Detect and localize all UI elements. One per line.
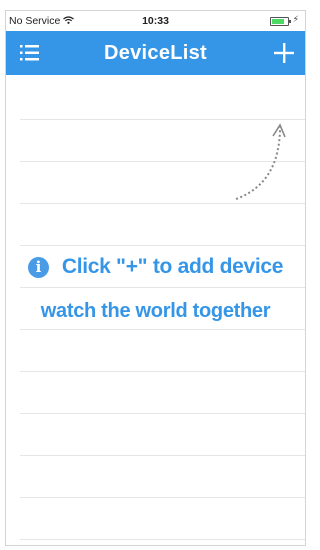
list-divider — [20, 329, 305, 330]
list-divider — [20, 371, 305, 372]
device-list[interactable]: i Click "+" to add device watch the worl… — [6, 75, 305, 545]
plus-icon — [274, 43, 294, 63]
list-divider — [20, 413, 305, 414]
nav-bar: DeviceList — [6, 31, 305, 75]
empty-state-line-1: i Click "+" to add device — [6, 255, 305, 279]
dotted-curved-arrow-icon — [235, 123, 286, 200]
page-title: DeviceList — [103, 42, 208, 64]
list-divider — [20, 245, 305, 246]
charging-icon: ⚡ — [292, 14, 299, 24]
list-divider — [20, 539, 305, 540]
list-divider — [20, 455, 305, 456]
info-icon: i — [27, 256, 49, 278]
status-time: 10:33 — [142, 15, 169, 27]
battery-icon — [270, 17, 291, 26]
app-screen: No Service 10:33 ⚡ DeviceList i Click "+… — [5, 10, 306, 546]
empty-state-message: i Click "+" to add device watch the worl… — [6, 255, 305, 323]
status-bar: No Service 10:33 ⚡ — [6, 11, 305, 31]
add-device-hint: Click "+" to add device — [61, 255, 284, 278]
add-device-button[interactable] — [267, 35, 301, 71]
list-divider — [20, 497, 305, 498]
empty-state-tagline: watch the world together — [40, 300, 271, 322]
